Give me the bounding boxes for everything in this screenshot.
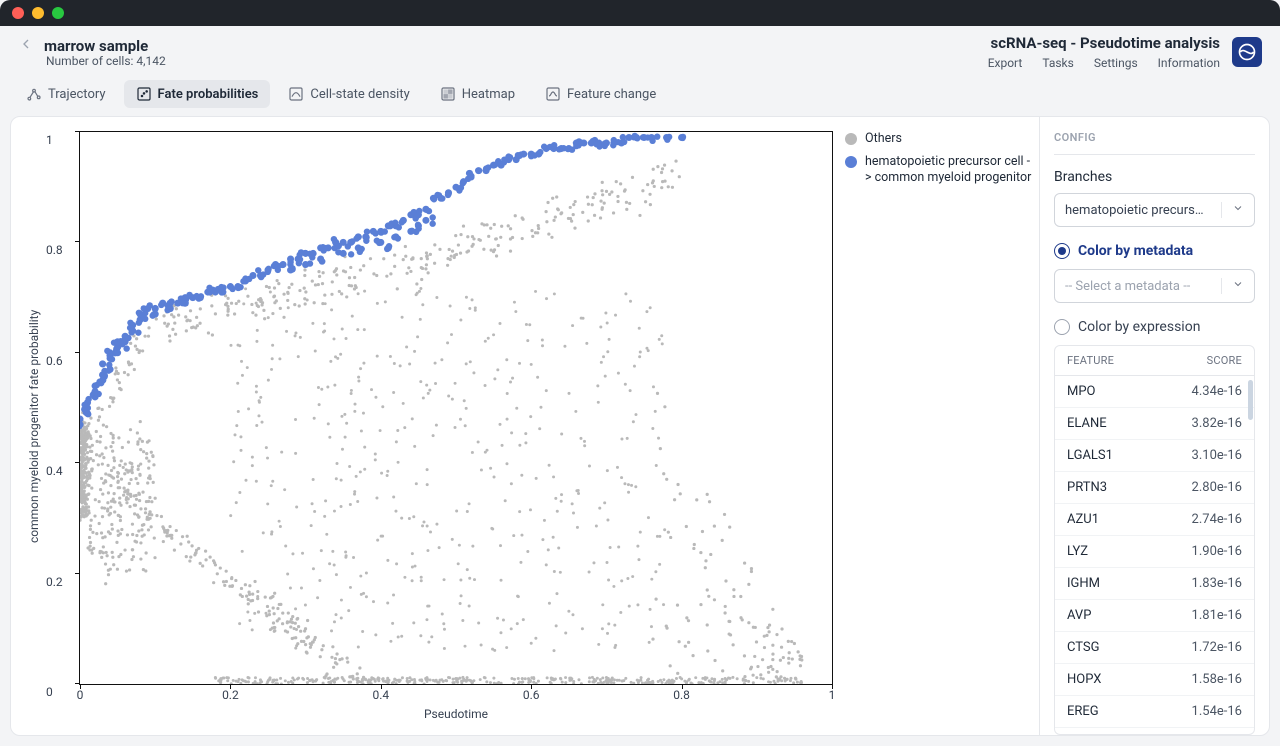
feature-score: 1.72e-16 xyxy=(1192,640,1242,655)
tab-feature-change-label: Feature change xyxy=(567,87,656,102)
tab-cell-state-density[interactable]: Cell-state density xyxy=(276,80,421,108)
feature-score: 1.58e-16 xyxy=(1192,672,1242,687)
score-column-header: SCORE xyxy=(1207,354,1242,367)
feature-score: 1.54e-16 xyxy=(1192,704,1242,719)
radio-icon xyxy=(1054,243,1070,259)
feature-name: AVP xyxy=(1067,608,1091,623)
menu-information[interactable]: Information xyxy=(1158,56,1220,70)
x-tick-label: 0.2 xyxy=(222,688,239,702)
radio-expression-label: Color by expression xyxy=(1078,319,1200,335)
tab-trajectory[interactable]: Trajectory xyxy=(14,80,118,108)
window-minimize-icon[interactable] xyxy=(32,7,44,19)
tab-heatmap[interactable]: Heatmap xyxy=(428,80,527,108)
y-tick-label: 0.6 xyxy=(46,354,63,368)
feature-name: AZU1 xyxy=(1067,512,1099,527)
legend-item-others[interactable]: Others xyxy=(845,131,1033,146)
feature-row-mpo[interactable]: MPO 4.34e-16 xyxy=(1055,376,1254,408)
tab-fate-probabilities-label: Fate probabilities xyxy=(158,87,259,102)
feature-name: PRTN3 xyxy=(1067,480,1107,495)
feature-row-ighm[interactable]: IGHM 1.83e-16 xyxy=(1055,568,1254,600)
branches-select[interactable]: hematopoietic precurs… xyxy=(1054,193,1255,227)
analysis-title: scRNA-seq - Pseudotime analysis xyxy=(988,34,1220,52)
swatch-branch-icon xyxy=(845,156,857,168)
swatch-others-icon xyxy=(845,133,857,145)
config-header: CONFIG xyxy=(1054,131,1255,144)
scatter-plot: 00.20.40.60.8100.20.40.60.81 xyxy=(79,131,833,685)
feature-score: 1.83e-16 xyxy=(1192,576,1242,591)
legend-others-label: Others xyxy=(865,131,902,146)
tab-trajectory-label: Trajectory xyxy=(48,87,106,102)
feature-score: 2.80e-16 xyxy=(1192,480,1242,495)
chevron-down-icon xyxy=(1221,202,1244,218)
tab-feature-change[interactable]: Feature change xyxy=(533,80,668,108)
window-close-icon[interactable] xyxy=(12,7,24,19)
legend-branch-label: hematopoietic precursor cell -> common m… xyxy=(865,154,1033,185)
y-tick-label: 0.2 xyxy=(46,575,63,589)
app-logo-icon xyxy=(1232,37,1262,67)
chevron-down-icon xyxy=(1221,278,1244,294)
feature-name: EREG xyxy=(1067,704,1099,719)
scrollbar-thumb[interactable] xyxy=(1248,380,1253,420)
branches-select-value: hematopoietic precurs… xyxy=(1065,203,1204,218)
radio-icon xyxy=(1054,319,1070,335)
feature-name: LGALS1 xyxy=(1067,448,1113,463)
y-tick-label: 0 xyxy=(46,685,53,699)
cell-count-label: Number of cells: 4,142 xyxy=(46,54,166,68)
feature-score: 1.81e-16 xyxy=(1192,608,1242,623)
feature-column-header: FEATURE xyxy=(1067,354,1114,367)
metadata-select-placeholder: -- Select a metadata -- xyxy=(1065,279,1190,294)
window-maximize-icon[interactable] xyxy=(52,7,64,19)
feature-name: CTSG xyxy=(1067,640,1100,655)
feature-row-hopx[interactable]: HOPX 1.58e-16 xyxy=(1055,664,1254,696)
feature-name: IGHM xyxy=(1067,576,1100,591)
feature-row-elane[interactable]: ELANE 3.82e-16 xyxy=(1055,408,1254,440)
feature-row-lyz[interactable]: LYZ 1.90e-16 xyxy=(1055,536,1254,568)
feature-score: 1.90e-16 xyxy=(1192,544,1242,559)
feature-score: 2.74e-16 xyxy=(1192,512,1242,527)
sample-title: marrow sample xyxy=(44,37,148,55)
x-tick-label: 0.4 xyxy=(372,688,389,702)
window-titlebar xyxy=(0,0,1280,26)
feature-name: ELANE xyxy=(1067,416,1107,431)
feature-row-ctsg[interactable]: CTSG 1.72e-16 xyxy=(1055,632,1254,664)
menu-settings[interactable]: Settings xyxy=(1094,56,1138,70)
feature-score-table: FEATURE SCORE MPO 4.34e-16 ELANE 3.82e-16 LG… xyxy=(1054,345,1255,735)
view-tabs: Trajectory Fate probabilities Cell-state… xyxy=(0,74,1280,116)
branches-label: Branches xyxy=(1054,169,1255,185)
feature-row-prtn3[interactable]: PRTN3 2.80e-16 xyxy=(1055,472,1254,504)
feature-score: 3.82e-16 xyxy=(1192,416,1242,431)
feature-row-lgals1[interactable]: LGALS1 3.10e-16 xyxy=(1055,440,1254,472)
tab-heatmap-label: Heatmap xyxy=(462,87,515,102)
legend-item-branch[interactable]: hematopoietic precursor cell -> common m… xyxy=(845,154,1033,185)
x-tick-label: 1 xyxy=(829,688,836,702)
feature-name: HOPX xyxy=(1067,672,1101,687)
x-tick-label: 0.6 xyxy=(523,688,540,702)
feature-score: 4.34e-16 xyxy=(1192,384,1242,399)
metadata-select[interactable]: -- Select a metadata -- xyxy=(1054,269,1255,303)
radio-metadata-label: Color by metadata xyxy=(1078,243,1193,259)
feature-name: LYZ xyxy=(1067,544,1088,559)
feature-row-azu1[interactable]: AZU1 2.74e-16 xyxy=(1055,504,1254,536)
feature-row-avp[interactable]: AVP 1.81e-16 xyxy=(1055,600,1254,632)
divider xyxy=(1054,154,1255,155)
x-tick-label: 0 xyxy=(77,688,84,702)
y-tick-label: 0.4 xyxy=(46,464,63,478)
x-tick-label: 0.8 xyxy=(673,688,690,702)
tab-fate-probabilities[interactable]: Fate probabilities xyxy=(124,80,271,108)
radio-color-by-metadata[interactable]: Color by metadata xyxy=(1054,243,1255,259)
feature-name: MPO xyxy=(1067,384,1096,399)
y-tick-label: 1 xyxy=(46,133,53,147)
menu-tasks[interactable]: Tasks xyxy=(1042,56,1074,70)
y-axis-label: common myeloid progenitor fate probabili… xyxy=(25,131,43,721)
back-icon[interactable] xyxy=(18,36,34,56)
menu-export[interactable]: Export xyxy=(988,56,1023,70)
y-tick-label: 0.8 xyxy=(46,243,63,257)
feature-row-ereg[interactable]: EREG 1.54e-16 xyxy=(1055,696,1254,728)
tab-cell-state-density-label: Cell-state density xyxy=(310,87,409,102)
feature-score: 3.10e-16 xyxy=(1192,448,1242,463)
legend: Others hematopoietic precursor cell -> c… xyxy=(839,117,1039,735)
x-axis-label: Pseudotime xyxy=(79,707,833,721)
radio-color-by-expression[interactable]: Color by expression xyxy=(1054,319,1255,335)
